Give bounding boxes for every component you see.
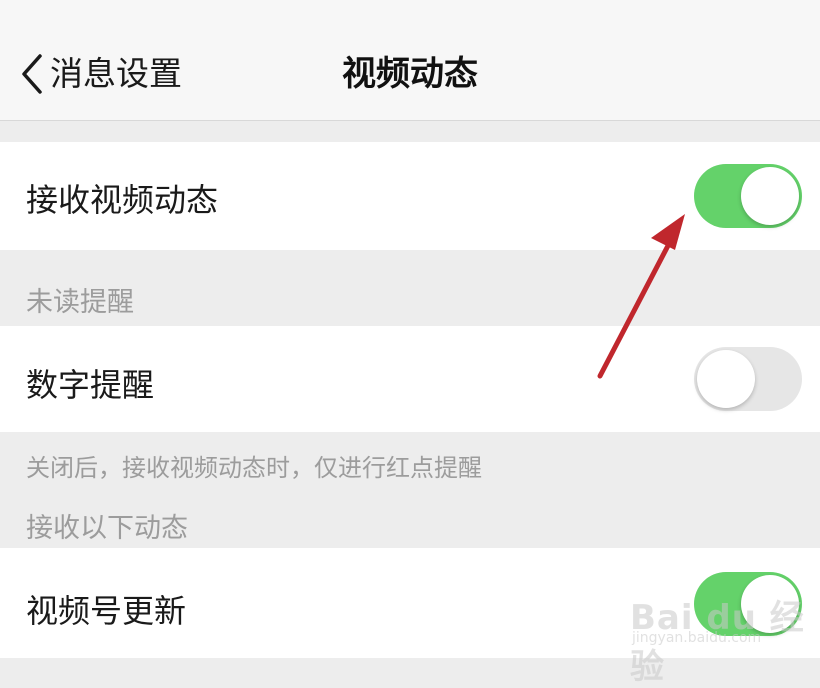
number-reminder-toggle[interactable] [694,347,802,411]
number-reminder-row: 数字提醒 [0,326,820,432]
channel-update-label: 视频号更新 [26,592,187,630]
receive-following-section-label: 接收以下动态 [26,513,188,544]
receive-video-moments-row: 接收视频动态 [0,142,820,250]
number-reminder-note: 关闭后，接收视频动态时，仅进行红点提醒 [26,454,482,482]
watermark-url: jingyan.baidu.com [632,630,762,646]
toggle-knob [741,167,799,225]
watermark: Bai du 经验 jingyan.baidu.com [630,590,810,687]
page-title: 视频动态 [342,54,478,94]
navigation-bar: 消息设置 视频动态 [0,0,820,121]
receive-video-moments-label: 接收视频动态 [26,181,219,219]
number-reminder-label: 数字提醒 [26,366,155,404]
receive-video-moments-toggle[interactable] [694,164,802,228]
toggle-knob [697,350,755,408]
unread-reminder-section-label: 未读提醒 [26,287,134,318]
